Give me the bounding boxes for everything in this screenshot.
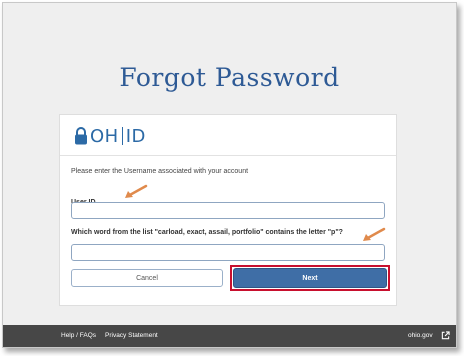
external-link-icon[interactable] — [441, 331, 450, 340]
security-question-label: Which word from the list "carload, exact… — [71, 229, 343, 236]
browser-content: Forgot Password OH ID Please enter the U… — [2, 2, 457, 348]
footer-ohio-gov-link[interactable]: ohio.gov — [408, 332, 433, 339]
user-id-input[interactable] — [71, 202, 385, 219]
lock-icon — [75, 127, 87, 145]
logo-text-id: ID — [125, 125, 146, 147]
next-button[interactable]: Next — [233, 268, 387, 288]
logo-divider — [121, 127, 123, 145]
footer-help-link[interactable]: Help / FAQs — [61, 332, 96, 339]
ohid-logo: OH ID — [74, 125, 146, 147]
cancel-button[interactable]: Cancel — [71, 269, 223, 287]
annotation-arrow — [363, 227, 386, 241]
footer: Help / FAQs Privacy Statement ohio.gov — [3, 325, 456, 347]
login-card: OH ID Please enter the Username associat… — [59, 114, 397, 306]
footer-privacy-link[interactable]: Privacy Statement — [105, 332, 158, 339]
security-answer-input[interactable] — [71, 244, 385, 261]
card-divider — [60, 155, 396, 156]
annotation-arrow — [125, 184, 148, 198]
logo-text-oh: OH — [90, 125, 119, 147]
instruction-text: Please enter the Username associated wit… — [71, 168, 249, 175]
page-title: Forgot Password — [119, 63, 340, 92]
